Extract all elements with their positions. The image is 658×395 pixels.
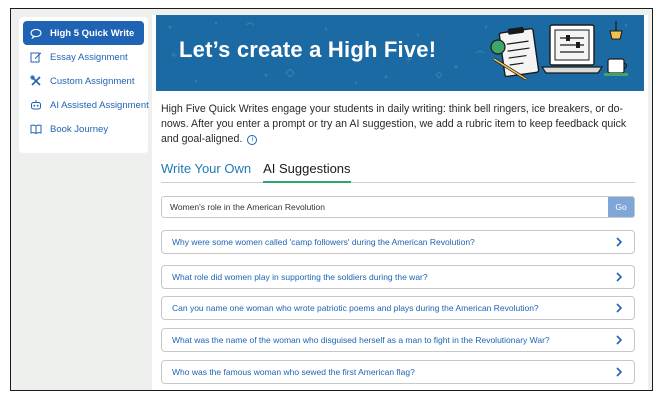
intro-paragraph: High Five Quick Writes engage your stude… (161, 103, 627, 145)
sidebar-item-label: AI Assisted Assignment (50, 99, 149, 111)
sidebar-item-ai-assisted-assignment[interactable]: AI Assisted Assignment (23, 93, 149, 117)
chevron-right-icon (614, 237, 624, 247)
suggestion-item[interactable]: Can you name one woman who wrote patriot… (161, 296, 635, 320)
suggestion-text: What role did women play in supporting t… (172, 272, 428, 282)
tab-write-your-own[interactable]: Write Your Own (161, 161, 251, 182)
suggestion-item[interactable]: What was the name of the woman who disgu… (161, 328, 635, 352)
chevron-right-icon (614, 272, 624, 282)
sidebar: High 5 Quick Write Essay Assignment Cust… (19, 17, 149, 153)
suggestion-text: Can you name one woman who wrote patriot… (172, 303, 539, 313)
sidebar-item-custom-assignment[interactable]: Custom Assignment (23, 69, 144, 93)
edit-icon (30, 51, 42, 63)
info-icon[interactable]: i (247, 135, 258, 145)
suggestion-item[interactable]: Why were some women called 'camp followe… (161, 230, 635, 254)
header-banner: Let’s create a High Five! (156, 15, 644, 91)
suggestion-text: Who was the famous woman who sewed the f… (172, 367, 415, 377)
sidebar-item-essay-assignment[interactable]: Essay Assignment (23, 45, 144, 69)
robot-icon (30, 99, 42, 111)
sidebar-item-label: Custom Assignment (50, 75, 135, 87)
app-window: High 5 Quick Write Essay Assignment Cust… (10, 8, 653, 391)
sidebar-item-label: High 5 Quick Write (50, 27, 135, 39)
chevron-right-icon (614, 303, 624, 313)
chat-bubbles-icon (30, 27, 42, 39)
book-icon (30, 123, 42, 135)
banner-illustration (490, 21, 628, 81)
sidebar-item-label: Essay Assignment (50, 51, 128, 63)
sidebar-item-book-journey[interactable]: Book Journey (23, 117, 144, 141)
tools-icon (30, 75, 42, 87)
sidebar-item-high-5-quick-write[interactable]: High 5 Quick Write (23, 21, 144, 45)
suggestion-text: Why were some women called 'camp followe… (172, 237, 475, 247)
chevron-right-icon (614, 335, 624, 345)
topic-search-bar: Go (161, 196, 635, 218)
suggestion-item[interactable]: Who was the famous woman who sewed the f… (161, 360, 635, 384)
intro-text: High Five Quick Writes engage your stude… (161, 102, 639, 147)
tab-bar: Write Your Own AI Suggestions (161, 161, 635, 183)
main-panel: Let’s create a High Five! High Five Quic… (152, 15, 648, 390)
tab-ai-suggestions[interactable]: AI Suggestions (263, 161, 352, 183)
chevron-right-icon (614, 367, 624, 377)
topic-input[interactable] (162, 197, 608, 217)
suggestion-item[interactable]: What role did women play in supporting t… (161, 265, 635, 289)
go-button[interactable]: Go (608, 197, 634, 217)
sidebar-item-label: Book Journey (50, 123, 109, 135)
page-title: Let’s create a High Five! (179, 37, 437, 62)
suggestion-text: What was the name of the woman who disgu… (172, 335, 550, 345)
